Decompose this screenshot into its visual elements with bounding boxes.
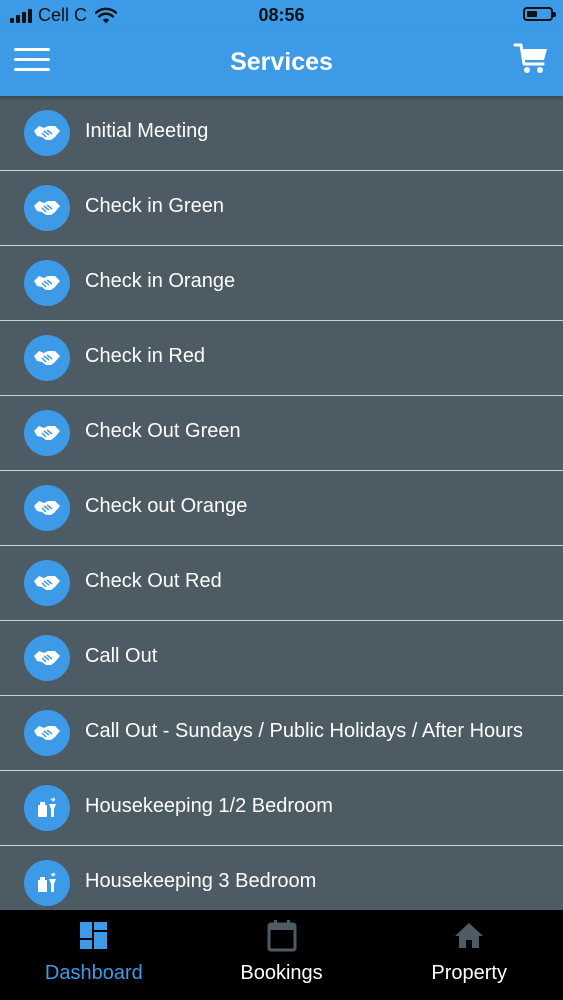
tab-property[interactable]: Property	[375, 910, 563, 1000]
dashboard-icon	[79, 922, 107, 949]
handshake-icon	[24, 335, 70, 381]
handshake-icon	[24, 260, 70, 306]
handshake-icon	[24, 635, 70, 681]
bottom-tab-bar: Dashboard Bookings Property	[0, 910, 563, 1000]
service-label: Check Out Red	[85, 570, 222, 592]
service-item[interactable]: Check Out Red	[0, 546, 563, 621]
services-list: Initial Meeting Check in Green Check in …	[0, 96, 563, 910]
service-item[interactable]: Check in Orange	[0, 246, 563, 321]
service-label: Check in Red	[85, 345, 206, 367]
cleaning-supplies-icon	[24, 860, 70, 906]
service-label: Check out Orange	[85, 495, 248, 517]
service-label: Housekeeping 1/2 Bedroom	[85, 795, 333, 817]
service-label: Call Out	[85, 645, 158, 667]
service-label: Call Out - Sundays / Public Holidays / A…	[85, 720, 523, 742]
service-label: Check in Green	[85, 195, 224, 217]
cleaning-supplies-icon	[24, 785, 70, 831]
service-item[interactable]: Housekeeping 1/2 Bedroom	[0, 771, 563, 846]
cart-icon	[513, 43, 547, 73]
home-icon	[455, 923, 484, 948]
page-title: Services	[230, 48, 333, 76]
handshake-icon	[24, 560, 70, 606]
tab-label: Property	[431, 962, 507, 984]
tab-label: Bookings	[240, 962, 323, 984]
battery-icon	[523, 7, 556, 21]
handshake-icon	[24, 110, 70, 156]
status-time: 08:56	[258, 5, 305, 25]
handshake-icon	[24, 485, 70, 531]
service-label: Initial Meeting	[85, 120, 209, 142]
tab-label: Dashboard	[44, 962, 143, 984]
handshake-icon	[24, 710, 70, 756]
service-item[interactable]: Check out Orange	[0, 471, 563, 546]
handshake-icon	[24, 185, 70, 231]
app-header: Services	[0, 30, 563, 96]
service-item[interactable]: Call Out	[0, 621, 563, 696]
service-label: Check in Orange	[85, 270, 236, 292]
service-item[interactable]: Check Out Green	[0, 396, 563, 471]
cart-button[interactable]	[513, 40, 549, 76]
service-item[interactable]: Check in Red	[0, 321, 563, 396]
tab-dashboard[interactable]: Dashboard	[0, 910, 188, 1000]
status-bar: Cell C 08:56	[0, 0, 563, 30]
calendar-icon	[267, 920, 296, 952]
service-item[interactable]: Check in Green	[0, 171, 563, 246]
service-item[interactable]: Call Out - Sundays / Public Holidays / A…	[0, 696, 563, 771]
handshake-icon	[24, 410, 70, 456]
tab-bookings[interactable]: Bookings	[188, 910, 376, 1000]
service-item[interactable]: Housekeeping 3 Bedroom	[0, 846, 563, 910]
service-label: Housekeeping 3 Bedroom	[85, 870, 317, 892]
service-label: Check Out Green	[85, 420, 241, 442]
service-item[interactable]: Initial Meeting	[0, 96, 563, 171]
